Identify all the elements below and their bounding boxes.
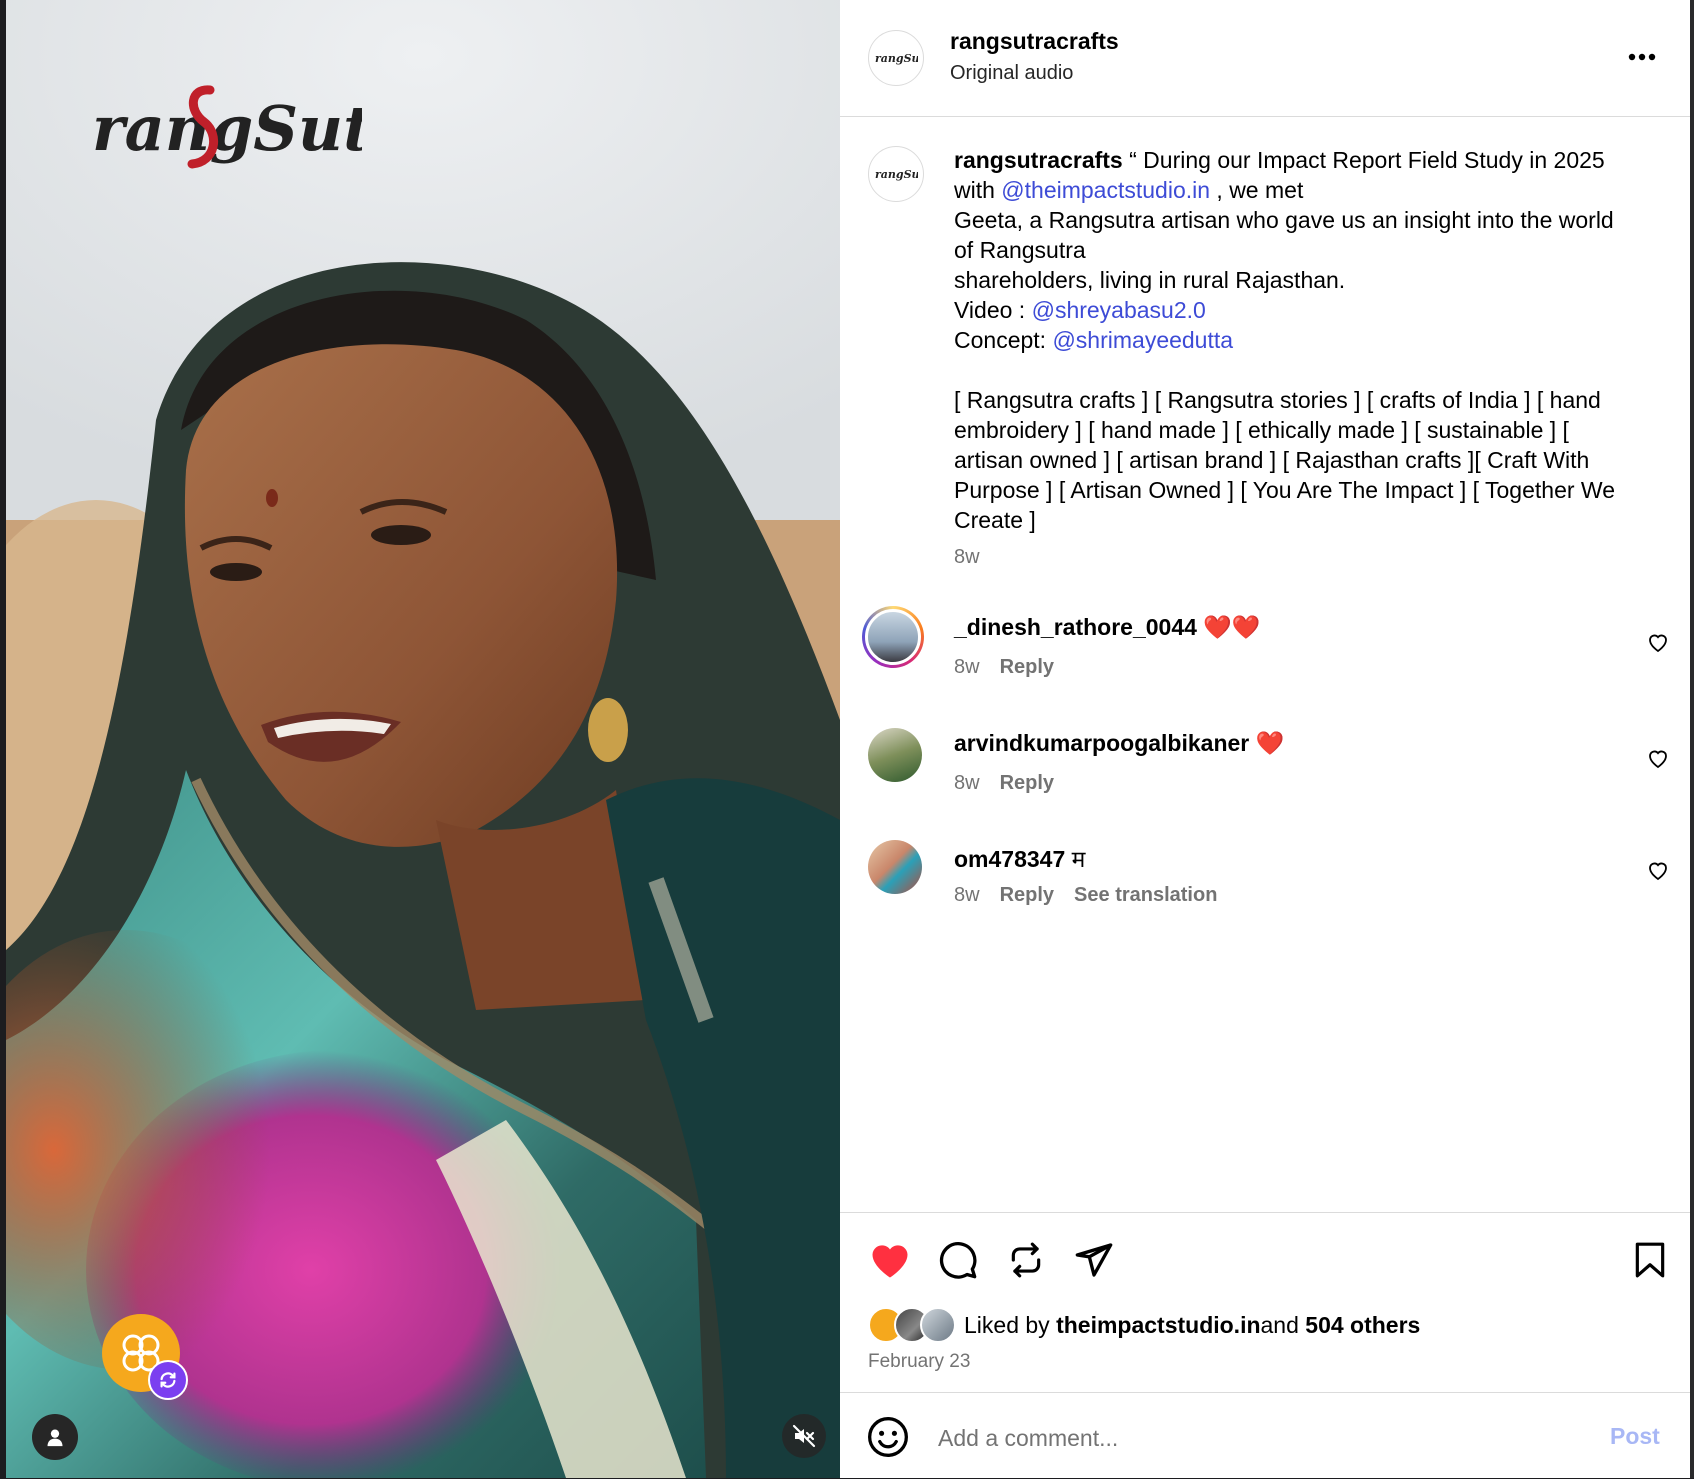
post-comment-button[interactable]: Post bbox=[1610, 1423, 1660, 1450]
post-modal: rangSutra bbox=[0, 0, 1694, 1478]
comment-item: arvindkumarpoogalbikaner ❤️ 8w Reply bbox=[840, 722, 1690, 822]
window-edge bbox=[1690, 0, 1694, 1478]
mention-link[interactable]: @shrimayeedutta bbox=[1052, 327, 1233, 353]
save-button[interactable] bbox=[1628, 1238, 1672, 1282]
comment-item: _dinesh_rathore_0044 ❤️❤️ 8w Reply bbox=[840, 606, 1690, 706]
add-comment-bar: Post bbox=[840, 1392, 1690, 1479]
commenter-username[interactable]: om478347 bbox=[954, 846, 1065, 872]
author-username[interactable]: rangsutracrafts bbox=[950, 28, 1119, 55]
comment-text: म bbox=[1065, 846, 1086, 872]
repost-button[interactable] bbox=[1004, 1238, 1048, 1282]
svg-text:rangSutra: rangSutra bbox=[92, 92, 362, 165]
likes-summary[interactable]: Liked by theimpactstudio.in and 504 othe… bbox=[868, 1307, 1420, 1343]
post-details-panel: rangSutra rangsutracrafts Original audio… bbox=[840, 0, 1690, 1478]
svg-text:rangSutra: rangSutra bbox=[875, 52, 918, 65]
svg-text:rangSutra: rangSutra bbox=[875, 168, 918, 181]
tagged-people-button[interactable] bbox=[32, 1414, 78, 1460]
repost-icon bbox=[1011, 1242, 1041, 1278]
caption-username[interactable]: rangsutracrafts bbox=[954, 147, 1123, 173]
commenter-username[interactable]: arvindkumarpoogalbikaner bbox=[954, 730, 1249, 756]
post-date[interactable]: February 23 bbox=[868, 1351, 970, 1373]
reply-button[interactable]: Reply bbox=[1000, 884, 1054, 906]
heart-filled-icon bbox=[872, 1245, 908, 1278]
more-options-button[interactable] bbox=[1622, 40, 1662, 74]
send-icon bbox=[1075, 1243, 1113, 1277]
portrait-photo bbox=[6, 0, 840, 1478]
remix-icon bbox=[148, 1360, 188, 1400]
commenter-avatar[interactable] bbox=[862, 606, 924, 668]
audio-label[interactable]: Original audio bbox=[950, 62, 1073, 85]
liked-by-user[interactable]: theimpactstudio.in bbox=[1056, 1312, 1260, 1339]
comment-time[interactable]: 8w bbox=[954, 772, 980, 794]
caption-hashtags: [ Rangsutra crafts ] [ Rangsutra stories… bbox=[954, 387, 1615, 533]
liked-by-prefix: Liked by bbox=[964, 1311, 1050, 1338]
heart-outline-icon[interactable] bbox=[1646, 630, 1670, 654]
author-avatar[interactable]: rangSutra bbox=[868, 30, 924, 86]
like-button[interactable] bbox=[868, 1238, 912, 1282]
reel-video[interactable]: rangSutra bbox=[6, 0, 840, 1478]
mention-link[interactable]: @theimpactstudio.in bbox=[1001, 177, 1210, 203]
liker-avatars bbox=[868, 1307, 958, 1343]
comment-input[interactable] bbox=[936, 1417, 1540, 1459]
heart-outline-icon[interactable] bbox=[1646, 746, 1670, 770]
comment-text: ❤️❤️ bbox=[1196, 614, 1261, 640]
heart-outline-icon[interactable] bbox=[1646, 858, 1670, 882]
comment-item: om478347 म 8w Reply See translation bbox=[840, 834, 1690, 934]
commenter-avatar[interactable] bbox=[868, 728, 922, 782]
comment-text: ❤️ bbox=[1249, 730, 1285, 756]
post-caption: rangsutracrafts “ During our Impact Repo… bbox=[954, 145, 1634, 535]
liker-avatar bbox=[920, 1307, 956, 1343]
post-header: rangSutra rangsutracrafts Original audio bbox=[840, 0, 1690, 117]
reply-button[interactable]: Reply bbox=[1000, 772, 1054, 794]
mute-button[interactable] bbox=[782, 1414, 826, 1458]
caption-author-avatar[interactable]: rangSutra bbox=[868, 146, 924, 202]
commenter-avatar[interactable] bbox=[868, 840, 922, 894]
comment-time[interactable]: 8w bbox=[954, 656, 980, 678]
share-button[interactable] bbox=[1072, 1238, 1116, 1282]
action-bar: Liked by theimpactstudio.in and 504 othe… bbox=[840, 1212, 1690, 1393]
more-horizontal-icon bbox=[1628, 53, 1656, 61]
emoji-icon[interactable] bbox=[866, 1415, 910, 1459]
rangsutra-logo: rangSutra bbox=[92, 85, 362, 169]
comment-time[interactable]: 8w bbox=[954, 884, 980, 906]
person-icon bbox=[47, 1429, 63, 1447]
speaker-muted-icon bbox=[792, 1424, 816, 1448]
liked-others-count[interactable]: 504 others bbox=[1305, 1312, 1420, 1339]
bookmark-icon bbox=[1635, 1242, 1665, 1278]
commenter-username[interactable]: _dinesh_rathore_0044 bbox=[954, 614, 1197, 640]
caption-timestamp[interactable]: 8w bbox=[954, 546, 980, 569]
comment-button[interactable] bbox=[936, 1238, 980, 1282]
caption-text: Concept: bbox=[954, 327, 1047, 353]
see-translation-button[interactable]: See translation bbox=[1074, 884, 1217, 906]
mention-link[interactable]: @shreyabasu2.0 bbox=[1032, 297, 1206, 323]
liked-and: and bbox=[1260, 1311, 1299, 1338]
reply-button[interactable]: Reply bbox=[1000, 656, 1054, 678]
comment-icon bbox=[939, 1242, 977, 1279]
